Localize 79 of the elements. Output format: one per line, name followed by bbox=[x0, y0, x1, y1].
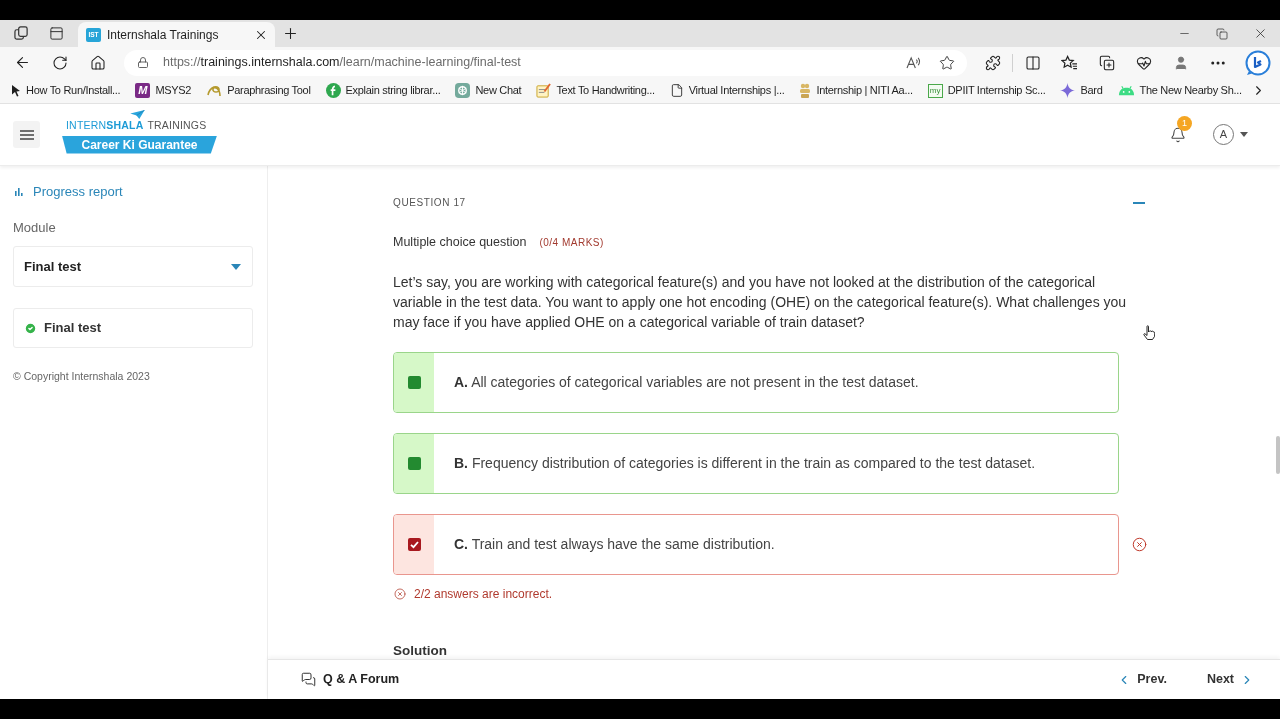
option-label: B. Frequency distribution of categories is different in the train as compared to the test dataset. bbox=[454, 454, 1036, 473]
forum-button[interactable]: Q & A Forum bbox=[301, 670, 400, 689]
notification-badge: 1 bbox=[1177, 115, 1192, 131]
favorite-star-icon[interactable] bbox=[939, 54, 955, 71]
bookmark-link[interactable]: Bard bbox=[1060, 82, 1103, 99]
option-label: C. Train and test always have the same distribution. bbox=[454, 535, 775, 554]
profile-button[interactable]: A bbox=[1213, 124, 1248, 145]
option-checkbox[interactable] bbox=[407, 376, 421, 389]
bookmark-link[interactable]: Explain string librar... bbox=[325, 82, 441, 99]
question-number: QUESTION 17 bbox=[393, 196, 466, 210]
module-select[interactable]: Final test bbox=[13, 246, 253, 287]
answer-option[interactable]: A. All categories of categorical variables are not present in the test dataset. bbox=[393, 352, 1119, 413]
bookmark-link[interactable]: Text To Handwriting... bbox=[536, 82, 655, 99]
home-icon[interactable] bbox=[90, 54, 106, 71]
bookmark-link[interactable]: New Chat bbox=[455, 82, 522, 99]
chat-bubble-logo-icon[interactable] bbox=[1245, 49, 1271, 76]
url-text: https://trainings.internshala.com/learn/machine-learning/final-test bbox=[163, 54, 521, 72]
solution-heading: Solution bbox=[393, 642, 447, 659]
next-button[interactable]: Next bbox=[1206, 670, 1254, 689]
scrollbar-thumb[interactable] bbox=[1276, 436, 1280, 474]
option-checkbox[interactable] bbox=[407, 457, 421, 470]
notepad-icon bbox=[536, 83, 552, 98]
letter-logo: M bbox=[135, 83, 151, 98]
menu-button[interactable] bbox=[13, 121, 40, 148]
bookmark-link[interactable]: Paraphrasing Tool bbox=[206, 82, 311, 99]
bookmark-link[interactable]: M MSYS2 bbox=[135, 82, 192, 99]
caret-icon bbox=[231, 263, 241, 270]
page-icon bbox=[669, 83, 684, 98]
answer-option[interactable]: C. Train and test always have the same distribution. bbox=[393, 514, 1119, 575]
cross-circle-icon bbox=[394, 588, 406, 600]
sparkle-icon bbox=[1060, 83, 1076, 98]
question-type: Multiple choice question bbox=[393, 233, 527, 251]
cross-circle-icon bbox=[1132, 537, 1147, 552]
caret-icon bbox=[1240, 132, 1248, 137]
emblem-icon bbox=[799, 82, 812, 99]
bar-chart-icon bbox=[15, 188, 23, 196]
answer-option[interactable]: B. Frequency distribution of categories is different in the train as compared to the test dataset. bbox=[393, 433, 1119, 494]
wheel-tile-icon bbox=[455, 83, 471, 98]
tagline-banner: Career Ki Guarantee bbox=[62, 135, 217, 154]
lock-icon bbox=[137, 56, 149, 69]
bookmark-link[interactable]: How To Run/Install... bbox=[11, 82, 121, 99]
collections-icon[interactable] bbox=[1098, 54, 1115, 71]
option-label: A. All categories of categorical variables are not present in the test dataset. bbox=[454, 373, 919, 392]
copyright-text: © Copyright Internshala 2023 bbox=[13, 369, 151, 384]
bookmark-link[interactable]: The New Nearby Sh... bbox=[1117, 82, 1242, 99]
favorites-icon[interactable] bbox=[1061, 55, 1078, 70]
cursor-arrow-icon bbox=[11, 84, 21, 97]
refresh-icon[interactable] bbox=[52, 54, 68, 71]
tab-actions-icon[interactable] bbox=[48, 26, 64, 41]
read-aloud-icon[interactable] bbox=[906, 56, 921, 69]
module-item[interactable]: Final test bbox=[13, 308, 253, 348]
module-label: Module bbox=[13, 220, 57, 236]
minus-icon[interactable] bbox=[1133, 201, 1145, 204]
split-screen-icon[interactable] bbox=[1024, 54, 1041, 71]
letter-logo: my bbox=[927, 83, 943, 98]
logo-subtitle: TRAININGS bbox=[147, 118, 207, 131]
prev-button[interactable]: Prev. bbox=[1117, 670, 1167, 689]
f-circle-icon bbox=[325, 83, 341, 98]
feedback-message: 2/2 answers are incorrect. bbox=[414, 586, 553, 603]
question-text: Let’s say, you are working with categorical feature(s) and you have not looked at the distribution of the categorical variable in the test data. You want to apply one hot encoding (OHE) on the categorical feature(s). What challenges you may face if you have applied OHE on a categorical variable of train dataset? bbox=[393, 273, 1128, 332]
heart-pulse-icon[interactable] bbox=[1135, 54, 1152, 71]
menu-icon bbox=[19, 129, 34, 140]
bookmark-link[interactable]: Virtual Internships |... bbox=[669, 82, 785, 99]
progress-report-link[interactable]: Progress report bbox=[15, 184, 254, 200]
bookmark-link[interactable]: Internship | NITI Aa... bbox=[799, 82, 913, 99]
chat-bubbles-icon bbox=[301, 672, 316, 687]
address-field[interactable]: https://trainings.internshala.com/learn/machine-learning/final-test bbox=[124, 49, 967, 76]
marks-label: (0/4 MARKS) bbox=[539, 235, 604, 250]
bookmark-link[interactable]: my DPIIT Internship Sc... bbox=[927, 82, 1046, 99]
bell-icon bbox=[1170, 126, 1186, 143]
extensions-icon[interactable] bbox=[984, 54, 1001, 71]
robot-head-icon bbox=[1117, 85, 1135, 96]
workspaces-icon[interactable] bbox=[13, 26, 29, 41]
squiggle-icon bbox=[206, 83, 223, 98]
logo-wordmark: INTERNSHALA bbox=[66, 118, 144, 131]
restore-icon[interactable] bbox=[1216, 27, 1228, 40]
option-checkbox[interactable] bbox=[407, 538, 421, 551]
hand-pointer-icon bbox=[1143, 325, 1155, 340]
paper-plane-icon bbox=[130, 109, 145, 119]
